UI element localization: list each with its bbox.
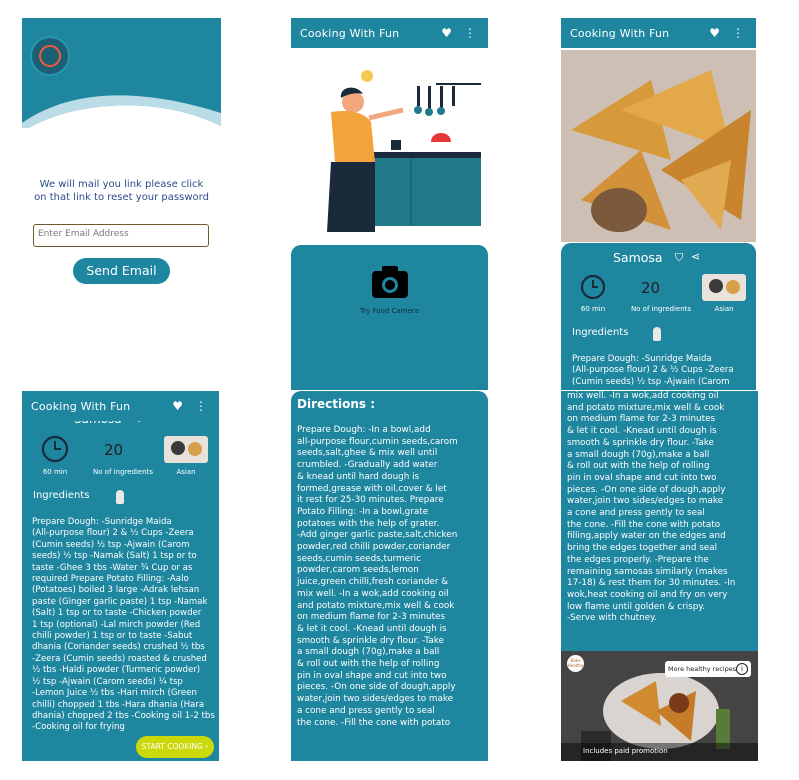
thumbnail-plate bbox=[709, 279, 723, 293]
more-vert-icon[interactable]: ⋮ bbox=[464, 26, 476, 40]
clock-icon bbox=[41, 435, 69, 463]
heart-icon[interactable]: ♥ bbox=[709, 26, 720, 40]
share-icon[interactable]: ⋖ bbox=[691, 250, 700, 263]
ad-brand-badge: Bake Healthy bbox=[567, 655, 584, 672]
chevron-right-icon: › bbox=[205, 742, 209, 751]
app-title: Cooking With Fun bbox=[300, 26, 400, 40]
thumbnail-plate bbox=[171, 441, 185, 455]
app-title: Cooking With Fun bbox=[31, 399, 131, 413]
recipe-detail-screen: Cooking With Fun ♥ ⋮ Samosa ⛉ ⋖ 60 min 2… bbox=[561, 18, 756, 390]
ingredients-list: Prepare Dough: -Sunridge Maida (All-purp… bbox=[32, 517, 215, 733]
cuisine-thumbnail bbox=[164, 436, 208, 463]
bookmark-icon[interactable]: ⛉ bbox=[675, 251, 683, 265]
start-cooking-label: START COOKING bbox=[141, 742, 203, 751]
directions-screen: Directions : Prepare Dough: -In a bowl,a… bbox=[291, 391, 488, 761]
ingredient-count: 20 bbox=[104, 441, 124, 459]
more-vert-icon[interactable]: ⋮ bbox=[195, 399, 207, 413]
ad-headline-text: More healthy recipes bbox=[668, 665, 737, 673]
directions-text: Prepare Dough: -In a bowl,add all-purpos… bbox=[297, 425, 458, 728]
camera-label: Try Food Camera bbox=[360, 307, 419, 315]
home-screen: Cooking With Fun ♥ ⋮ Try Food Camera bbox=[291, 18, 488, 390]
ingredient-count-label: No of ingredients bbox=[92, 468, 154, 476]
heart-icon[interactable]: ♥ bbox=[441, 26, 452, 40]
app-logo bbox=[30, 36, 70, 76]
ingredients-preview: Prepare Dough: -Sunridge Maida (All-purp… bbox=[572, 354, 734, 387]
food-camera-card[interactable]: Try Food Camera bbox=[291, 245, 488, 390]
thumbnail-plate bbox=[188, 442, 202, 456]
cook-time: 60 min bbox=[42, 468, 68, 476]
ad-banner[interactable]: Bake Healthy More healthy recipes i Incl… bbox=[561, 651, 758, 761]
camera-icon[interactable] bbox=[371, 265, 409, 299]
cuisine-label: Asian bbox=[176, 468, 196, 476]
recipe-info-card: Samosa ⛉ ⋖ 60 min 20 No of ingredients A… bbox=[561, 243, 756, 390]
samosa-image bbox=[561, 50, 756, 242]
ingredient-count-label: No of ingredients bbox=[630, 305, 692, 313]
thumbnail-plate bbox=[726, 280, 740, 294]
cuisine-label: Asian bbox=[714, 305, 734, 313]
ingredients-screen: Cooking With Fun ♥ ⋮ Samosa ⛉ 60 min 20 … bbox=[22, 391, 219, 761]
email-placeholder: Enter Email Address bbox=[38, 229, 129, 239]
salt-shaker-icon bbox=[653, 327, 661, 341]
info-icon[interactable]: i bbox=[736, 663, 748, 675]
send-email-button[interactable]: Send Email bbox=[73, 258, 170, 284]
reset-message: We will mail you link please click on th… bbox=[34, 179, 209, 203]
ingredient-count: 20 bbox=[641, 279, 661, 297]
email-field[interactable]: Enter Email Address bbox=[33, 224, 209, 247]
cuisine-thumbnail bbox=[702, 274, 746, 301]
recipe-photo bbox=[561, 50, 756, 242]
clock-icon bbox=[580, 274, 606, 300]
ingredients-heading: Ingredients bbox=[572, 327, 629, 338]
chef-illustration bbox=[327, 70, 481, 232]
ad-headline[interactable]: More healthy recipes i bbox=[665, 661, 751, 677]
salt-shaker-icon bbox=[116, 490, 124, 504]
app-bar: Cooking With Fun ♥ ⋮ bbox=[291, 18, 488, 48]
more-vert-icon[interactable]: ⋮ bbox=[732, 26, 744, 40]
heart-icon[interactable]: ♥ bbox=[172, 399, 183, 413]
ingredients-heading: Ingredients bbox=[33, 490, 90, 501]
app-title: Cooking With Fun bbox=[570, 26, 670, 40]
ad-footer: Includes paid promotion bbox=[561, 743, 758, 761]
start-cooking-button[interactable]: START COOKING › bbox=[136, 736, 214, 758]
app-bar: Cooking With Fun ♥ ⋮ bbox=[22, 391, 219, 421]
logo-ring bbox=[39, 45, 61, 67]
cook-time: 60 min bbox=[580, 305, 606, 313]
directions-heading: Directions : bbox=[297, 397, 375, 411]
directions-continued-screen: mix well. -In a wok,add cooking oil and … bbox=[561, 391, 758, 761]
ad-footer-text: Includes paid promotion bbox=[583, 747, 668, 755]
recipe-title: Samosa bbox=[613, 250, 663, 265]
ad-brand-text: Bake Healthy bbox=[567, 658, 584, 668]
reset-password-screen: We will mail you link please click on th… bbox=[22, 18, 221, 360]
app-bar: Cooking With Fun ♥ ⋮ bbox=[561, 18, 756, 48]
directions-text-continued: mix well. -In a wok,add cooking oil and … bbox=[567, 391, 736, 624]
